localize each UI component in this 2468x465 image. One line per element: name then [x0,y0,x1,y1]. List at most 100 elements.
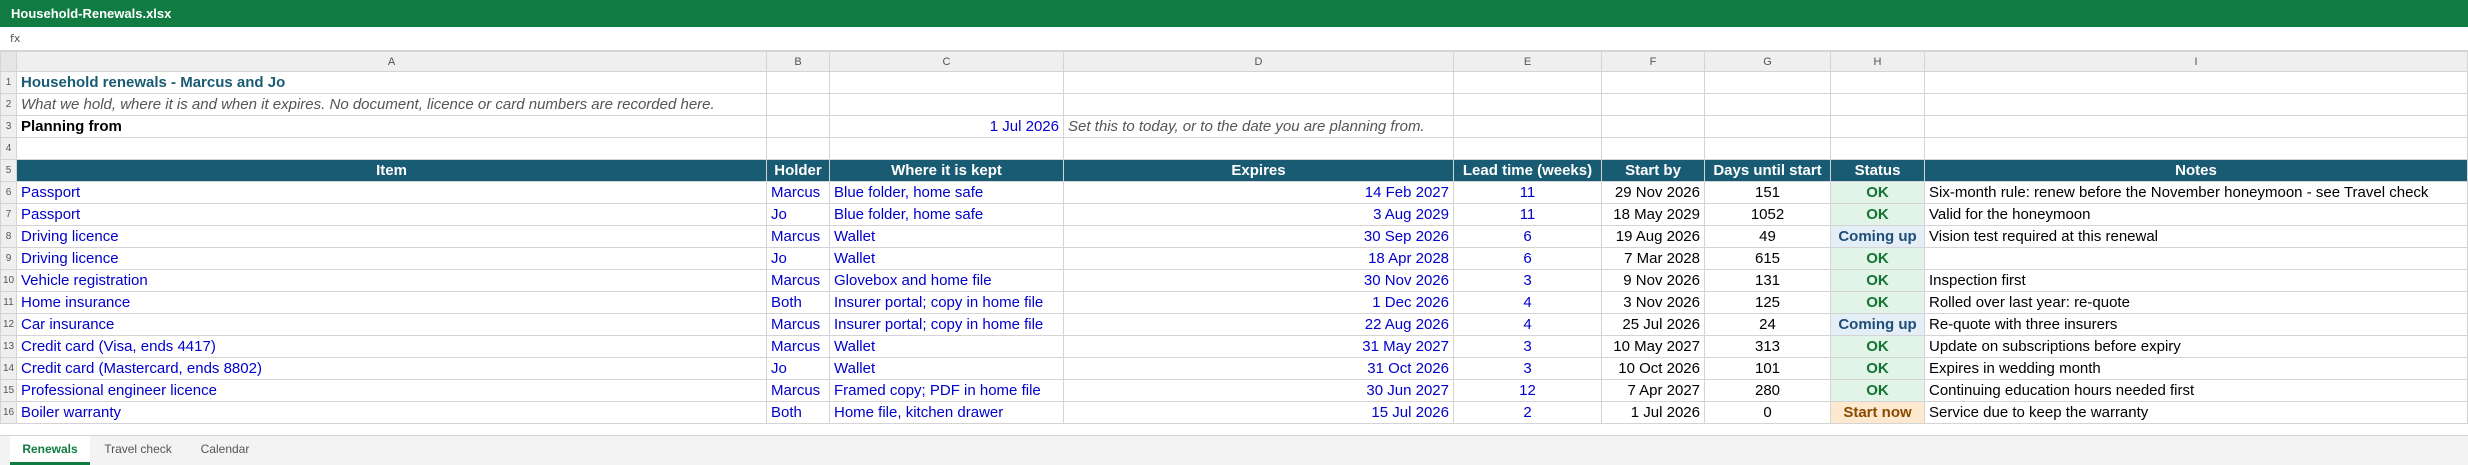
where-kept-cell[interactable]: Blue folder, home safe [829,181,1064,204]
expires-cell[interactable]: 31 May 2027 [1063,335,1454,358]
holder-cell[interactable]: Marcus [766,335,830,358]
column-header[interactable]: D [1063,51,1454,72]
lead-time-cell[interactable]: 2 [1453,401,1602,424]
sheet-title[interactable]: Household renewals - Marcus and Jo [16,71,767,94]
cell[interactable] [1924,137,2468,160]
days-until-start-cell[interactable]: 313 [1704,335,1831,358]
cell[interactable] [1453,115,1602,138]
holder-cell[interactable]: Jo [766,247,830,270]
days-until-start-cell[interactable]: 280 [1704,379,1831,402]
item-cell[interactable]: Passport [16,181,767,204]
planning-note[interactable]: Set this to today, or to the date you ar… [1063,115,1454,138]
cell[interactable] [766,93,830,116]
header-item[interactable]: Item [16,159,767,182]
column-header[interactable]: G [1704,51,1831,72]
row-header[interactable]: 8 [0,225,17,248]
lead-time-cell[interactable]: 6 [1453,225,1602,248]
holder-cell[interactable]: Marcus [766,181,830,204]
select-all-corner[interactable] [0,51,17,72]
lead-time-cell[interactable]: 6 [1453,247,1602,270]
start-by-cell[interactable]: 29 Nov 2026 [1601,181,1705,204]
column-header[interactable]: H [1830,51,1925,72]
where-kept-cell[interactable]: Wallet [829,335,1064,358]
notes-cell[interactable]: Valid for the honeymoon [1924,203,2468,226]
row-header[interactable]: 1 [0,71,17,94]
item-cell[interactable]: Credit card (Mastercard, ends 8802) [16,357,767,380]
start-by-cell[interactable]: 10 Oct 2026 [1601,357,1705,380]
where-kept-cell[interactable]: Home file, kitchen drawer [829,401,1064,424]
holder-cell[interactable]: Jo [766,357,830,380]
notes-cell[interactable]: Service due to keep the warranty [1924,401,2468,424]
days-until-start-cell[interactable]: 49 [1704,225,1831,248]
cell[interactable] [1924,71,2468,94]
start-by-cell[interactable]: 7 Apr 2027 [1601,379,1705,402]
column-header[interactable]: I [1924,51,2468,72]
planning-label[interactable]: Planning from [16,115,767,138]
lead-time-cell[interactable]: 12 [1453,379,1602,402]
cell[interactable] [1453,71,1602,94]
notes-cell[interactable]: Rolled over last year: re-quote [1924,291,2468,314]
column-header[interactable]: F [1601,51,1705,72]
row-header[interactable]: 2 [0,93,17,116]
header-start-by[interactable]: Start by [1601,159,1705,182]
row-header[interactable]: 7 [0,203,17,226]
cell[interactable] [1830,93,1925,116]
status-cell[interactable]: Start now [1830,401,1925,424]
status-cell[interactable]: OK [1830,181,1925,204]
cell[interactable] [16,137,767,160]
where-kept-cell[interactable]: Insurer portal; copy in home file [829,313,1064,336]
lead-time-cell[interactable]: 3 [1453,357,1602,380]
item-cell[interactable]: Boiler warranty [16,401,767,424]
item-cell[interactable]: Professional engineer licence [16,379,767,402]
header-days-until-start[interactable]: Days until start [1704,159,1831,182]
where-kept-cell[interactable]: Glovebox and home file [829,269,1064,292]
start-by-cell[interactable]: 10 May 2027 [1601,335,1705,358]
formula-input[interactable] [30,29,2464,50]
cell[interactable] [1453,137,1602,160]
cell[interactable] [829,71,1064,94]
status-cell[interactable]: OK [1830,335,1925,358]
cell[interactable] [1924,115,2468,138]
where-kept-cell[interactable]: Blue folder, home safe [829,203,1064,226]
header-status[interactable]: Status [1830,159,1925,182]
tab-travel-check[interactable]: Travel check [95,436,181,465]
header-expires[interactable]: Expires [1063,159,1454,182]
where-kept-cell[interactable]: Insurer portal; copy in home file [829,291,1064,314]
sheet-subtitle[interactable]: What we hold, where it is and when it ex… [16,93,767,116]
item-cell[interactable]: Passport [16,203,767,226]
row-header[interactable]: 11 [0,291,17,314]
row-header[interactable]: 9 [0,247,17,270]
planning-date-cell[interactable]: 1 Jul 2026 [829,115,1064,138]
expires-cell[interactable]: 3 Aug 2029 [1063,203,1454,226]
cell[interactable] [1063,71,1454,94]
expires-cell[interactable]: 1 Dec 2026 [1063,291,1454,314]
row-header[interactable]: 6 [0,181,17,204]
days-until-start-cell[interactable]: 615 [1704,247,1831,270]
tab-renewals[interactable]: Renewals [10,436,90,465]
cell[interactable] [1830,71,1925,94]
lead-time-cell[interactable]: 4 [1453,291,1602,314]
days-until-start-cell[interactable]: 1052 [1704,203,1831,226]
notes-cell[interactable]: Re-quote with three insurers [1924,313,2468,336]
column-header[interactable]: E [1453,51,1602,72]
holder-cell[interactable]: Marcus [766,225,830,248]
lead-time-cell[interactable]: 11 [1453,203,1602,226]
lead-time-cell[interactable]: 11 [1453,181,1602,204]
lead-time-cell[interactable]: 4 [1453,313,1602,336]
start-by-cell[interactable]: 1 Jul 2026 [1601,401,1705,424]
cell[interactable] [766,115,830,138]
where-kept-cell[interactable]: Wallet [829,247,1064,270]
cell[interactable] [766,71,830,94]
column-header[interactable]: B [766,51,830,72]
status-cell[interactable]: OK [1830,291,1925,314]
row-header[interactable]: 10 [0,269,17,292]
row-header[interactable]: 5 [0,159,17,182]
item-cell[interactable]: Driving licence [16,225,767,248]
start-by-cell[interactable]: 25 Jul 2026 [1601,313,1705,336]
expires-cell[interactable]: 14 Feb 2027 [1063,181,1454,204]
header-holder[interactable]: Holder [766,159,830,182]
start-by-cell[interactable]: 19 Aug 2026 [1601,225,1705,248]
cell[interactable] [1704,93,1831,116]
row-header[interactable]: 3 [0,115,17,138]
expires-cell[interactable]: 30 Nov 2026 [1063,269,1454,292]
